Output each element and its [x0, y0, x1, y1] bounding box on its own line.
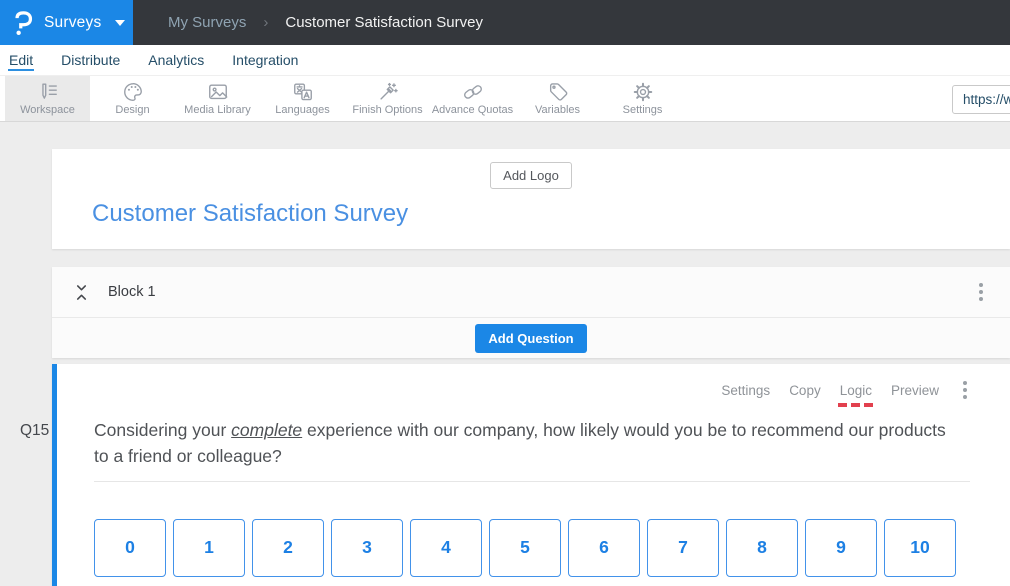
- palette-icon: [122, 81, 144, 103]
- tab-integration[interactable]: Integration: [231, 50, 299, 71]
- block-kebab-menu-icon[interactable]: [976, 280, 986, 304]
- question-preview-link[interactable]: Preview: [891, 383, 939, 398]
- product-switcher[interactable]: Surveys: [0, 0, 133, 45]
- question-logic-link[interactable]: Logic: [840, 383, 872, 398]
- questionpro-logo-icon: [13, 10, 34, 36]
- gear-icon: [632, 81, 654, 103]
- toolbar-item-label: Advance Quotas: [432, 104, 513, 116]
- wand-icon: [377, 81, 399, 103]
- add-question-button[interactable]: Add Question: [475, 324, 586, 353]
- toolbar-item-workspace[interactable]: Workspace: [5, 76, 90, 121]
- survey-canvas: Add Logo Customer Satisfaction Survey Bl…: [0, 122, 1010, 586]
- survey-url-input[interactable]: [952, 85, 1010, 114]
- chain-links-icon: [462, 81, 484, 103]
- nps-option-0[interactable]: 0: [94, 519, 166, 577]
- breadcrumb-current-survey: Customer Satisfaction Survey: [285, 14, 483, 31]
- nps-option-9[interactable]: 9: [805, 519, 877, 577]
- add-logo-button[interactable]: Add Logo: [490, 162, 572, 189]
- question-text-emphasis: complete: [231, 420, 302, 440]
- tab-edit[interactable]: Edit: [8, 50, 34, 71]
- toolbar-item-label: Finish Options: [352, 104, 422, 116]
- question-copy-link[interactable]: Copy: [789, 383, 821, 398]
- nps-option-8[interactable]: 8: [726, 519, 798, 577]
- breadcrumb: My Surveys › Customer Satisfaction Surve…: [133, 0, 1010, 45]
- toolbar-item-label: Settings: [623, 104, 663, 116]
- translate-icon: [292, 81, 314, 103]
- toolbar-item-finish-options[interactable]: Finish Options: [345, 76, 430, 121]
- nps-option-5[interactable]: 5: [489, 519, 561, 577]
- workspace-icon: [37, 81, 59, 103]
- block-card: Block 1 Add Question: [52, 267, 1010, 358]
- nav-tabs: Edit Distribute Analytics Integration: [0, 45, 1010, 75]
- edit-toolbar: Workspace Design Media Library: [0, 75, 1010, 122]
- toolbar-item-design[interactable]: Design: [90, 76, 175, 121]
- question-kebab-menu-icon[interactable]: [960, 378, 970, 402]
- block-body: Add Question: [52, 318, 1010, 358]
- tab-distribute[interactable]: Distribute: [60, 50, 121, 71]
- toolbar-item-settings[interactable]: Settings: [600, 76, 685, 121]
- image-icon: [207, 81, 229, 103]
- toolbar-item-label: Design: [115, 104, 149, 116]
- tag-icon: [547, 81, 569, 103]
- question-text[interactable]: Considering your complete experience wit…: [94, 417, 946, 470]
- nps-option-7[interactable]: 7: [647, 519, 719, 577]
- toolbar-item-variables[interactable]: Variables: [515, 76, 600, 121]
- caret-down-icon: [115, 20, 125, 26]
- block-title[interactable]: Block 1: [108, 284, 976, 300]
- toolbar-item-label: Variables: [535, 104, 580, 116]
- survey-header-card: Add Logo Customer Satisfaction Survey: [52, 149, 1010, 249]
- question-card: Q15 Settings Copy Logic Preview Consider…: [52, 364, 1010, 586]
- breadcrumb-my-surveys[interactable]: My Surveys: [168, 14, 246, 31]
- question-number-label: Q15: [20, 422, 49, 440]
- top-bar: Surveys My Surveys › Customer Satisfacti…: [0, 0, 1010, 45]
- nps-scale: 0 1 2 3 4 5 6 7 8 9 10: [94, 519, 970, 577]
- nps-option-10[interactable]: 10: [884, 519, 956, 577]
- toolbar-item-media-library[interactable]: Media Library: [175, 76, 260, 121]
- survey-title[interactable]: Customer Satisfaction Survey: [92, 200, 970, 228]
- nps-option-3[interactable]: 3: [331, 519, 403, 577]
- nps-option-1[interactable]: 1: [173, 519, 245, 577]
- collapse-block-icon[interactable]: [74, 284, 89, 301]
- block-header: Block 1: [52, 267, 1010, 318]
- product-label: Surveys: [44, 14, 101, 32]
- nps-option-4[interactable]: 4: [410, 519, 482, 577]
- tab-analytics[interactable]: Analytics: [147, 50, 205, 71]
- question-actions: Settings Copy Logic Preview: [94, 380, 970, 400]
- question-text-segment: Considering your: [94, 420, 231, 440]
- toolbar-item-label: Workspace: [20, 104, 75, 116]
- breadcrumb-separator: ›: [263, 14, 268, 31]
- nps-option-6[interactable]: 6: [568, 519, 640, 577]
- toolbar-item-advance-quotas[interactable]: Advance Quotas: [430, 76, 515, 121]
- question-divider: [94, 481, 970, 482]
- toolbar-item-languages[interactable]: Languages: [260, 76, 345, 121]
- toolbar-item-label: Media Library: [184, 104, 251, 116]
- question-settings-link[interactable]: Settings: [721, 383, 770, 398]
- nps-option-2[interactable]: 2: [252, 519, 324, 577]
- toolbar-item-label: Languages: [275, 104, 329, 116]
